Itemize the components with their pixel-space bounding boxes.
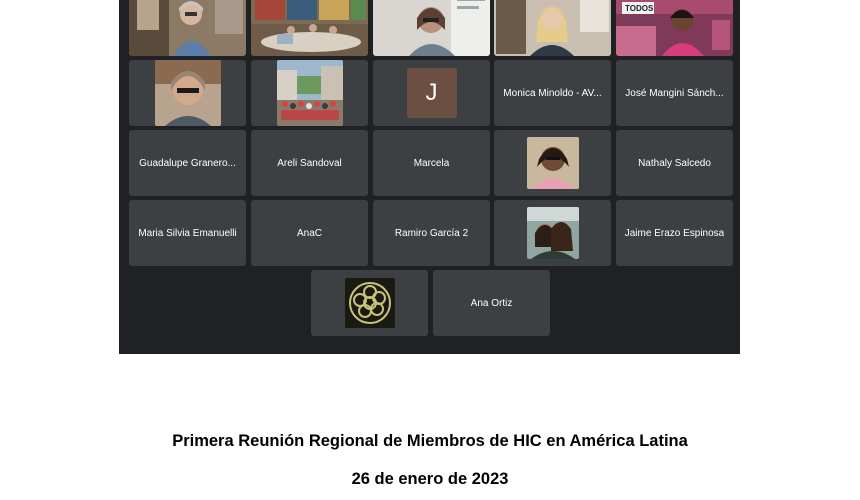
participant-name: Nathaly Salcedo xyxy=(638,157,711,169)
participant-name: José Mangini Sánch... xyxy=(625,87,724,99)
participant-name: Areli Sandoval xyxy=(277,157,342,169)
participant-video xyxy=(494,0,611,56)
participant-name: Guadalupe Granero... xyxy=(139,157,236,169)
participant-name-tile[interactable]: Maria Silvia Emanuelli xyxy=(129,200,246,266)
participant-video xyxy=(373,0,490,56)
participant-photo-tile[interactable] xyxy=(251,60,368,126)
participant-logo-tile[interactable] xyxy=(311,270,428,336)
participant-name: AnaC xyxy=(296,227,322,239)
participant-name-tile[interactable]: Areli Sandoval xyxy=(251,130,368,196)
participant-name: Maria Silvia Emanuelli xyxy=(138,227,237,239)
participant-name-tile[interactable]: Nathaly Salcedo xyxy=(616,130,733,196)
participant-video-tile[interactable] xyxy=(251,0,368,56)
participant-name-tile[interactable]: Monica Minoldo - AV... xyxy=(494,60,611,126)
participant-video xyxy=(129,0,246,56)
participant-name: Monica Minoldo - AV... xyxy=(503,87,602,99)
participant-name-tile[interactable]: Ramiro García 2 xyxy=(373,200,490,266)
participant-name: Ana Ortiz xyxy=(470,297,513,309)
participant-video-tile[interactable] xyxy=(129,0,246,56)
document-caption-date: 26 de enero de 2023 xyxy=(351,470,509,488)
participant-photo-tile[interactable] xyxy=(494,130,611,196)
participant-video-tile[interactable] xyxy=(373,0,490,56)
document-caption-title: Primera Reunión Regional de Miembros de … xyxy=(172,432,688,450)
participant-photo xyxy=(154,60,221,126)
participant-logo xyxy=(344,278,395,328)
participant-initial-tile[interactable]: J xyxy=(373,60,490,126)
participant-name-tile[interactable]: AnaC xyxy=(251,200,368,266)
participant-video-tile-speaking[interactable] xyxy=(494,0,611,56)
poster-text: TODOS xyxy=(625,4,654,13)
participant-video: TODOS xyxy=(616,0,733,56)
participant-video xyxy=(251,0,368,56)
participant-name: Ramiro García 2 xyxy=(394,227,469,239)
participant-photo xyxy=(526,137,579,189)
participant-name-tile[interactable]: Guadalupe Granero... xyxy=(129,130,246,196)
participant-photo-tile[interactable] xyxy=(129,60,246,126)
participant-photo xyxy=(276,60,343,126)
participant-avatar-initial: J xyxy=(406,68,457,118)
participant-name-tile[interactable]: José Mangini Sánch... xyxy=(616,60,733,126)
participant-video-tile[interactable]: TODOS xyxy=(616,0,733,56)
participant-photo-tile[interactable] xyxy=(494,200,611,266)
participant-name-tile[interactable]: Ana Ortiz xyxy=(433,270,550,336)
participant-name-tile[interactable]: Jaime Erazo Espinosa xyxy=(616,200,733,266)
participant-photo xyxy=(526,207,579,259)
participant-name: Marcela xyxy=(413,157,450,169)
meeting-grid: TODOS J Monica Minoldo - AV... José Mang… xyxy=(119,0,740,354)
participant-name: Jaime Erazo Espinosa xyxy=(624,227,725,239)
participant-name-tile[interactable]: Marcela xyxy=(373,130,490,196)
